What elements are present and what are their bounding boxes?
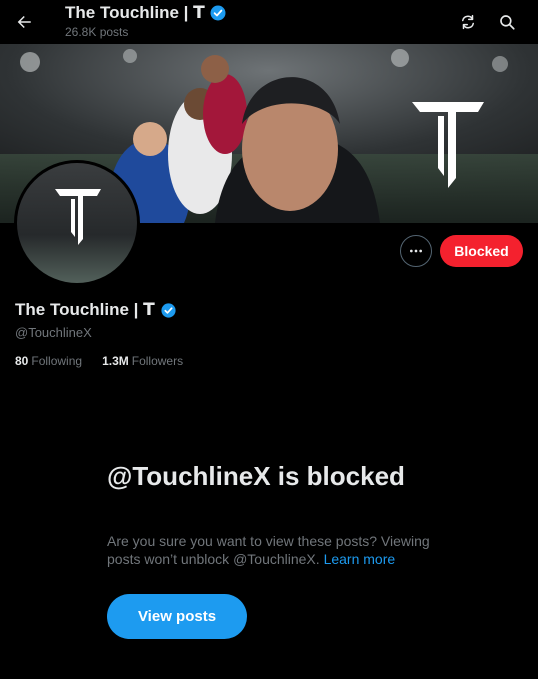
verified-badge-icon <box>210 5 226 21</box>
verified-badge-icon[interactable] <box>160 302 177 319</box>
followers-link[interactable]: 1.3M Followers <box>102 354 183 368</box>
header-title-block: The Touchline | 𝗧 26.8K posts <box>65 3 227 39</box>
refresh-button[interactable] <box>455 9 481 35</box>
blocked-description: Are you sure you want to view these post… <box>107 532 442 568</box>
following-link[interactable]: 80 Following <box>15 354 82 368</box>
avatar-image <box>17 163 137 283</box>
profile-avatar[interactable] <box>14 160 140 286</box>
profile-name: The Touchline | 𝗧 <box>15 300 155 319</box>
header-title: The Touchline | 𝗧 <box>65 3 205 22</box>
view-posts-button[interactable]: View posts <box>107 594 247 639</box>
search-icon <box>500 15 515 30</box>
followers-label: Followers <box>131 354 184 368</box>
arrow-left-icon <box>17 16 31 28</box>
learn-more-link[interactable]: Learn more <box>324 551 396 567</box>
post-count: 26.8K posts <box>65 25 129 39</box>
back-button[interactable] <box>10 8 38 36</box>
blocked-title: @TouchlineX is blocked <box>107 461 405 491</box>
blocked-button[interactable]: Blocked <box>440 235 523 267</box>
profile-handle: @TouchlineX <box>15 325 92 340</box>
profile-name-row: The Touchline | 𝗧 <box>15 300 177 320</box>
following-label: Following <box>31 354 83 368</box>
more-options-button[interactable] <box>400 235 432 267</box>
search-button[interactable] <box>494 9 520 35</box>
profile-header: The Touchline | 𝗧 26.8K posts <box>0 0 538 44</box>
refresh-icon <box>462 14 474 30</box>
more-horizontal-icon <box>410 249 422 253</box>
followers-count: 1.3M <box>102 354 129 368</box>
following-count: 80 <box>15 354 29 368</box>
profile-stats: 80 Following 1.3M Followers <box>15 354 183 368</box>
